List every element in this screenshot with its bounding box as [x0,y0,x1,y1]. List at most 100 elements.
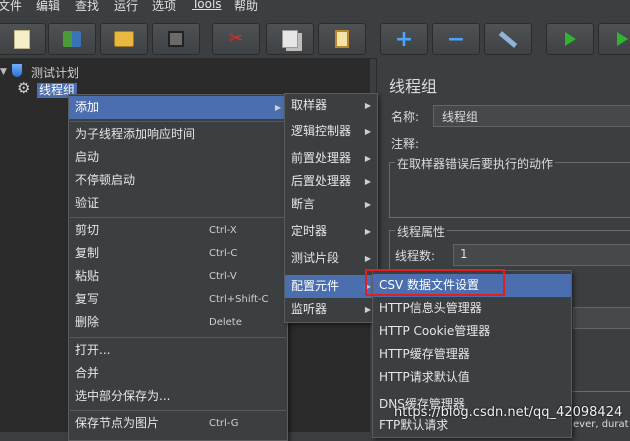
menu-item-validate[interactable]: 验证 [69,192,287,215]
menu-item-label: 复制 [75,246,100,260]
comment-field[interactable] [429,135,630,151]
copy-button[interactable] [266,23,314,55]
menu-item-paste[interactable]: 粘贴 Ctrl-V [69,265,287,288]
submenu-item-assertion[interactable]: 断言 ▶ [285,193,377,216]
separator [70,121,286,122]
start-icon [564,32,576,46]
submenu-arrow-icon: ▶ [364,177,371,186]
menu-item-duplicate[interactable]: 复写 Ctrl+Shift-C [69,288,287,311]
open-button[interactable] [100,23,148,55]
submenu-item-preprocessor[interactable]: 前置处理器 ▶ [285,147,377,170]
save-button[interactable] [152,23,200,55]
menu-run[interactable]: 运行 [114,0,138,14]
threads-label: 线程数: [395,249,436,263]
menu-item-delete[interactable]: 删除 Delete [69,311,287,334]
submenu-item-test-fragment[interactable]: 测试片段 ▶ [285,247,377,270]
separator [70,337,286,338]
menu-item-label: 打开... [75,343,111,357]
templates-button[interactable] [48,23,96,55]
submenu-item-logic-controller[interactable]: 逻辑控制器 ▶ [285,120,377,143]
expand-arrow-icon[interactable]: ▼ [0,67,7,77]
submenu-arrow-icon: ▶ [364,200,371,209]
context-menu: 添加 ▶ 为子线程添加响应时间 启动 不停顿启动 验证 剪切 Ctrl-X 复制 C… [68,94,288,441]
paste-icon [335,30,349,48]
toggle-icon [498,30,518,48]
menu-item-label: 逻辑控制器 [291,124,352,138]
add-button[interactable]: + [380,23,428,55]
menu-options[interactable]: 选项 [152,0,176,14]
start-no-pause-button[interactable] [598,23,630,55]
menu-item-label: 启动 [75,150,100,164]
menu-item-label: HTTP缓存管理器 [379,347,470,361]
add-icon: + [394,26,414,52]
submenu-item-header-manager[interactable]: HTTP信息头管理器 [373,297,571,320]
shortcut-text: Ctrl+Shift-C [209,294,269,305]
menu-item-cut[interactable]: 剪切 Ctrl-X [69,219,287,242]
submenu-item-sampler[interactable]: 取样器 ▶ [285,94,377,117]
menu-item-label: 定时器 [291,224,328,238]
menu-item-label: 取样器 [291,98,328,112]
new-button[interactable] [0,23,46,55]
menu-item-label: 配置元件 [291,279,340,293]
menu-file[interactable]: 文件 [0,0,22,14]
cut-button[interactable]: ✂ [212,23,260,55]
submenu-item-listener[interactable]: 监听器 ▶ [285,298,377,321]
start-button[interactable] [546,23,594,55]
submenu-arrow-icon: ▶ [364,154,371,163]
add-submenu: 取样器 ▶ 逻辑控制器 ▶ 前置处理器 ▶ 后置处理器 ▶ 断言 ▶ 定时器 ▶ 测试片段 ▶… [284,93,378,323]
menu-item-add[interactable]: 添加 ▶ [69,96,287,119]
paste-button[interactable] [318,23,366,55]
menu-item-label: 添加 [75,100,100,114]
watermark: https://blog.csdn.net/qq_42098424 [394,405,623,420]
menu-help[interactable]: 帮助 [234,0,258,14]
menu-edit[interactable]: 编辑 [36,0,60,14]
tree-node-test-plan[interactable]: 测试计划 [31,64,79,81]
menu-tools[interactable]: Tools [192,0,222,11]
toggle-button[interactable] [484,23,532,55]
menu-item-label: 为子线程添加响应时间 [75,127,196,141]
menu-item-label: 测试片段 [291,251,340,265]
menu-item-start[interactable]: 启动 [69,146,287,169]
menu-item-label: 监听器 [291,302,328,316]
shortcut-text: Ctrl-V [209,271,237,282]
menu-item-label: HTTP Cookie管理器 [379,324,491,338]
menu-item-label: HTTP信息头管理器 [379,301,482,315]
start-no-pause-icon [616,32,628,46]
menu-item-label: FTP默认请求 [379,418,449,432]
remove-button[interactable]: − [432,23,480,55]
menu-item-label: 选中部分保存为... [75,389,171,403]
overflow-text: ever, durat [573,419,629,430]
submenu-item-http-defaults[interactable]: HTTP请求默认值 [373,366,571,389]
submenu-item-config-element[interactable]: 配置元件 ▶ [285,275,377,298]
test-plan-icon [12,64,22,77]
submenu-item-postprocessor[interactable]: 后置处理器 ▶ [285,170,377,193]
shortcut-text: Ctrl-C [209,248,238,259]
menu-item-copy[interactable]: 复制 Ctrl-C [69,242,287,265]
remove-icon: − [446,26,466,52]
menu-item-label: 合并 [75,366,100,380]
threads-field-value: 1 [460,247,468,261]
menu-item-merge[interactable]: 合并 [69,362,287,385]
submenu-item-timer[interactable]: 定时器 ▶ [285,220,377,243]
menu-item-open[interactable]: 打开... [69,339,287,362]
name-field[interactable]: 线程组 [433,105,630,127]
threads-field[interactable]: 1 [453,244,630,266]
menu-item-label: 剪切 [75,223,100,237]
submenu-arrow-icon: ▶ [274,103,281,112]
menu-item-label: 复写 [75,292,100,306]
submenu-arrow-icon: ▶ [364,254,371,263]
menu-bar: 文件 编辑 查找 运行 选项 Tools 帮助 [0,0,630,14]
menu-item-label: 删除 [75,315,100,329]
menu-item-start-no-pause[interactable]: 不停顿启动 [69,169,287,192]
menu-item-save-selection[interactable]: 选中部分保存为... [69,385,287,408]
submenu-arrow-icon: ▶ [364,101,371,110]
save-icon [168,31,184,47]
comment-label: 注释: [391,137,420,151]
submenu-item-cache-manager[interactable]: HTTP缓存管理器 [373,343,571,366]
ramp-up-field[interactable] [573,307,630,329]
submenu-item-cookie-manager[interactable]: HTTP Cookie管理器 [373,320,571,343]
menu-item-label: 断言 [291,197,316,211]
menu-find[interactable]: 查找 [75,0,99,14]
menu-item-add-response-time[interactable]: 为子线程添加响应时间 [69,123,287,146]
menu-item-label: 验证 [75,196,100,210]
